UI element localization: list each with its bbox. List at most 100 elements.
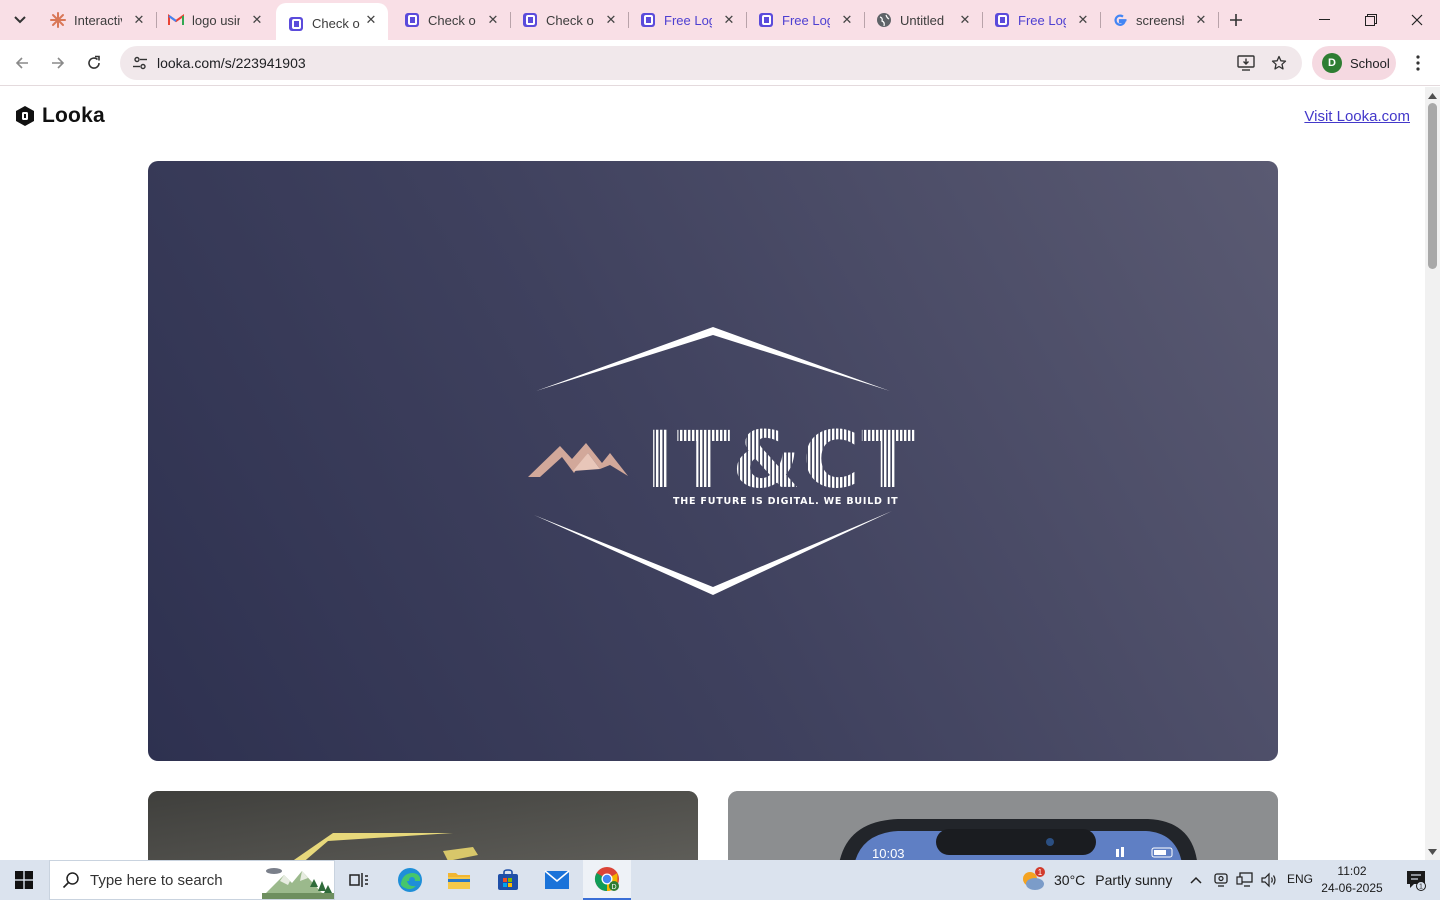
tab-google[interactable]: screensh ✕ xyxy=(1100,0,1218,40)
install-icon xyxy=(1237,55,1255,71)
taskbar-search[interactable]: Type here to search xyxy=(49,860,335,900)
looka-icon xyxy=(640,12,656,28)
tab-title: screensh xyxy=(1136,12,1184,28)
mockup-card-phone[interactable]: 10:03 xyxy=(728,791,1278,860)
page-scrollbar[interactable] xyxy=(1425,87,1440,860)
edge-icon xyxy=(398,868,422,892)
minimize-button[interactable] xyxy=(1302,0,1348,40)
url-text: looka.com/s/223941903 xyxy=(157,55,306,71)
tab-title: logo usin xyxy=(192,12,240,28)
close-icon[interactable]: ✕ xyxy=(604,12,618,27)
search-highlight-image xyxy=(262,868,334,899)
logo-frame-top xyxy=(536,327,890,391)
mockup-card-desk[interactable] xyxy=(148,791,698,860)
address-bar[interactable]: looka.com/s/223941903 xyxy=(120,46,1302,80)
claude-icon xyxy=(50,12,66,28)
close-icon[interactable]: ✕ xyxy=(132,12,146,27)
close-icon[interactable]: ✕ xyxy=(1194,12,1208,27)
looka-icon xyxy=(522,12,538,28)
speaker-icon xyxy=(1261,872,1276,888)
folder-icon xyxy=(448,873,470,889)
visit-looka-link[interactable]: Visit Looka.com xyxy=(1304,108,1410,125)
minimize-icon xyxy=(1319,19,1330,20)
chrome-menu-button[interactable] xyxy=(1406,49,1430,77)
new-tab-button[interactable] xyxy=(1224,8,1248,32)
taskbar-edge[interactable] xyxy=(386,860,434,900)
site-info-button[interactable] xyxy=(128,51,152,75)
looka-icon xyxy=(404,12,420,28)
tab-untitled[interactable]: Untitled ✕ xyxy=(864,0,982,40)
tab-free-logo[interactable]: Free Log ✕ xyxy=(628,0,746,40)
tab-separator xyxy=(1218,12,1219,28)
tab-title: Interactiv xyxy=(74,12,122,28)
gmail-icon xyxy=(168,12,184,28)
restore-button[interactable] xyxy=(1348,0,1394,40)
plus-icon xyxy=(1230,14,1242,26)
taskbar-file-explorer[interactable] xyxy=(435,860,483,900)
scroll-up-arrow[interactable] xyxy=(1428,91,1437,100)
meet-now-button[interactable] xyxy=(1209,860,1233,900)
network-button[interactable] xyxy=(1233,860,1257,900)
triangle-up-icon xyxy=(1428,92,1437,99)
taskbar-clock[interactable]: 11:02 24-06-2025 xyxy=(1318,863,1386,897)
camera-icon xyxy=(1214,873,1228,887)
tab-search-button[interactable] xyxy=(8,8,32,32)
scrollbar-thumb[interactable] xyxy=(1428,103,1437,269)
logo-frame-bottom xyxy=(534,511,892,595)
tab-looka[interactable]: Check ou ✕ xyxy=(392,0,510,40)
looka-icon xyxy=(994,12,1010,28)
reload-button[interactable] xyxy=(80,49,108,77)
tab-interactive[interactable]: Interactiv ✕ xyxy=(38,0,156,40)
svg-text:D: D xyxy=(611,884,616,891)
looka-logo-icon xyxy=(16,106,34,126)
tab-title: Free Log xyxy=(782,12,830,28)
taskbar-chrome[interactable]: D xyxy=(583,860,631,900)
restore-icon xyxy=(1365,14,1377,26)
taskbar-store[interactable] xyxy=(484,860,532,900)
looka-icon xyxy=(758,12,774,28)
install-app-button[interactable] xyxy=(1234,51,1258,75)
close-icon[interactable]: ✕ xyxy=(250,12,264,27)
tab-title: Check ou xyxy=(312,16,360,31)
start-button[interactable] xyxy=(0,860,48,900)
weather-widget[interactable]: 1 30°C Partly sunny xyxy=(1020,860,1172,900)
forward-button[interactable] xyxy=(44,49,72,77)
taskbar-mail[interactable] xyxy=(533,860,581,900)
bookmark-button[interactable] xyxy=(1267,51,1291,75)
tab-looka[interactable]: Check ou ✕ xyxy=(510,0,628,40)
notification-count: 1 xyxy=(1419,884,1423,891)
brand-name: Looka xyxy=(42,104,105,127)
profile-button[interactable]: D School xyxy=(1312,46,1396,80)
tab-gmail[interactable]: logo usin ✕ xyxy=(156,0,274,40)
weather-badge: 1 xyxy=(1038,868,1043,877)
close-icon[interactable]: ✕ xyxy=(486,12,500,27)
close-icon[interactable]: ✕ xyxy=(722,12,736,27)
page-viewport: Looka Visit Looka.com IT&CT THE FUTURE I… xyxy=(0,87,1425,860)
scroll-down-arrow[interactable] xyxy=(1428,847,1437,856)
close-icon[interactable]: ✕ xyxy=(364,12,378,27)
close-icon[interactable]: ✕ xyxy=(958,12,972,27)
show-hidden-icons-button[interactable] xyxy=(1184,860,1208,900)
volume-button[interactable] xyxy=(1257,860,1281,900)
tab-title: Check ou xyxy=(546,12,594,28)
partly-sunny-icon: 1 xyxy=(1023,867,1045,890)
looka-icon xyxy=(288,16,304,32)
tab-title: Check ou xyxy=(428,12,476,28)
task-view-button[interactable] xyxy=(335,860,383,900)
looka-brand[interactable]: Looka xyxy=(14,104,105,128)
profile-label: School xyxy=(1350,55,1390,71)
clock-time: 11:02 xyxy=(1337,864,1367,878)
tab-free-logo[interactable]: Free Log ✕ xyxy=(746,0,864,40)
back-button[interactable] xyxy=(8,49,36,77)
google-icon xyxy=(1112,12,1128,28)
windows-icon xyxy=(15,871,33,889)
input-language[interactable]: ENG xyxy=(1287,872,1313,886)
close-icon[interactable]: ✕ xyxy=(840,12,854,27)
triangle-down-icon xyxy=(1428,848,1437,855)
tab-looka-active[interactable]: Check ou ✕ xyxy=(276,3,388,44)
star-icon xyxy=(1271,55,1287,70)
close-window-button[interactable] xyxy=(1394,0,1440,40)
notifications-button[interactable]: 1 xyxy=(1396,860,1436,900)
close-icon[interactable]: ✕ xyxy=(1076,12,1090,27)
tab-free-logo[interactable]: Free Log ✕ xyxy=(982,0,1100,40)
